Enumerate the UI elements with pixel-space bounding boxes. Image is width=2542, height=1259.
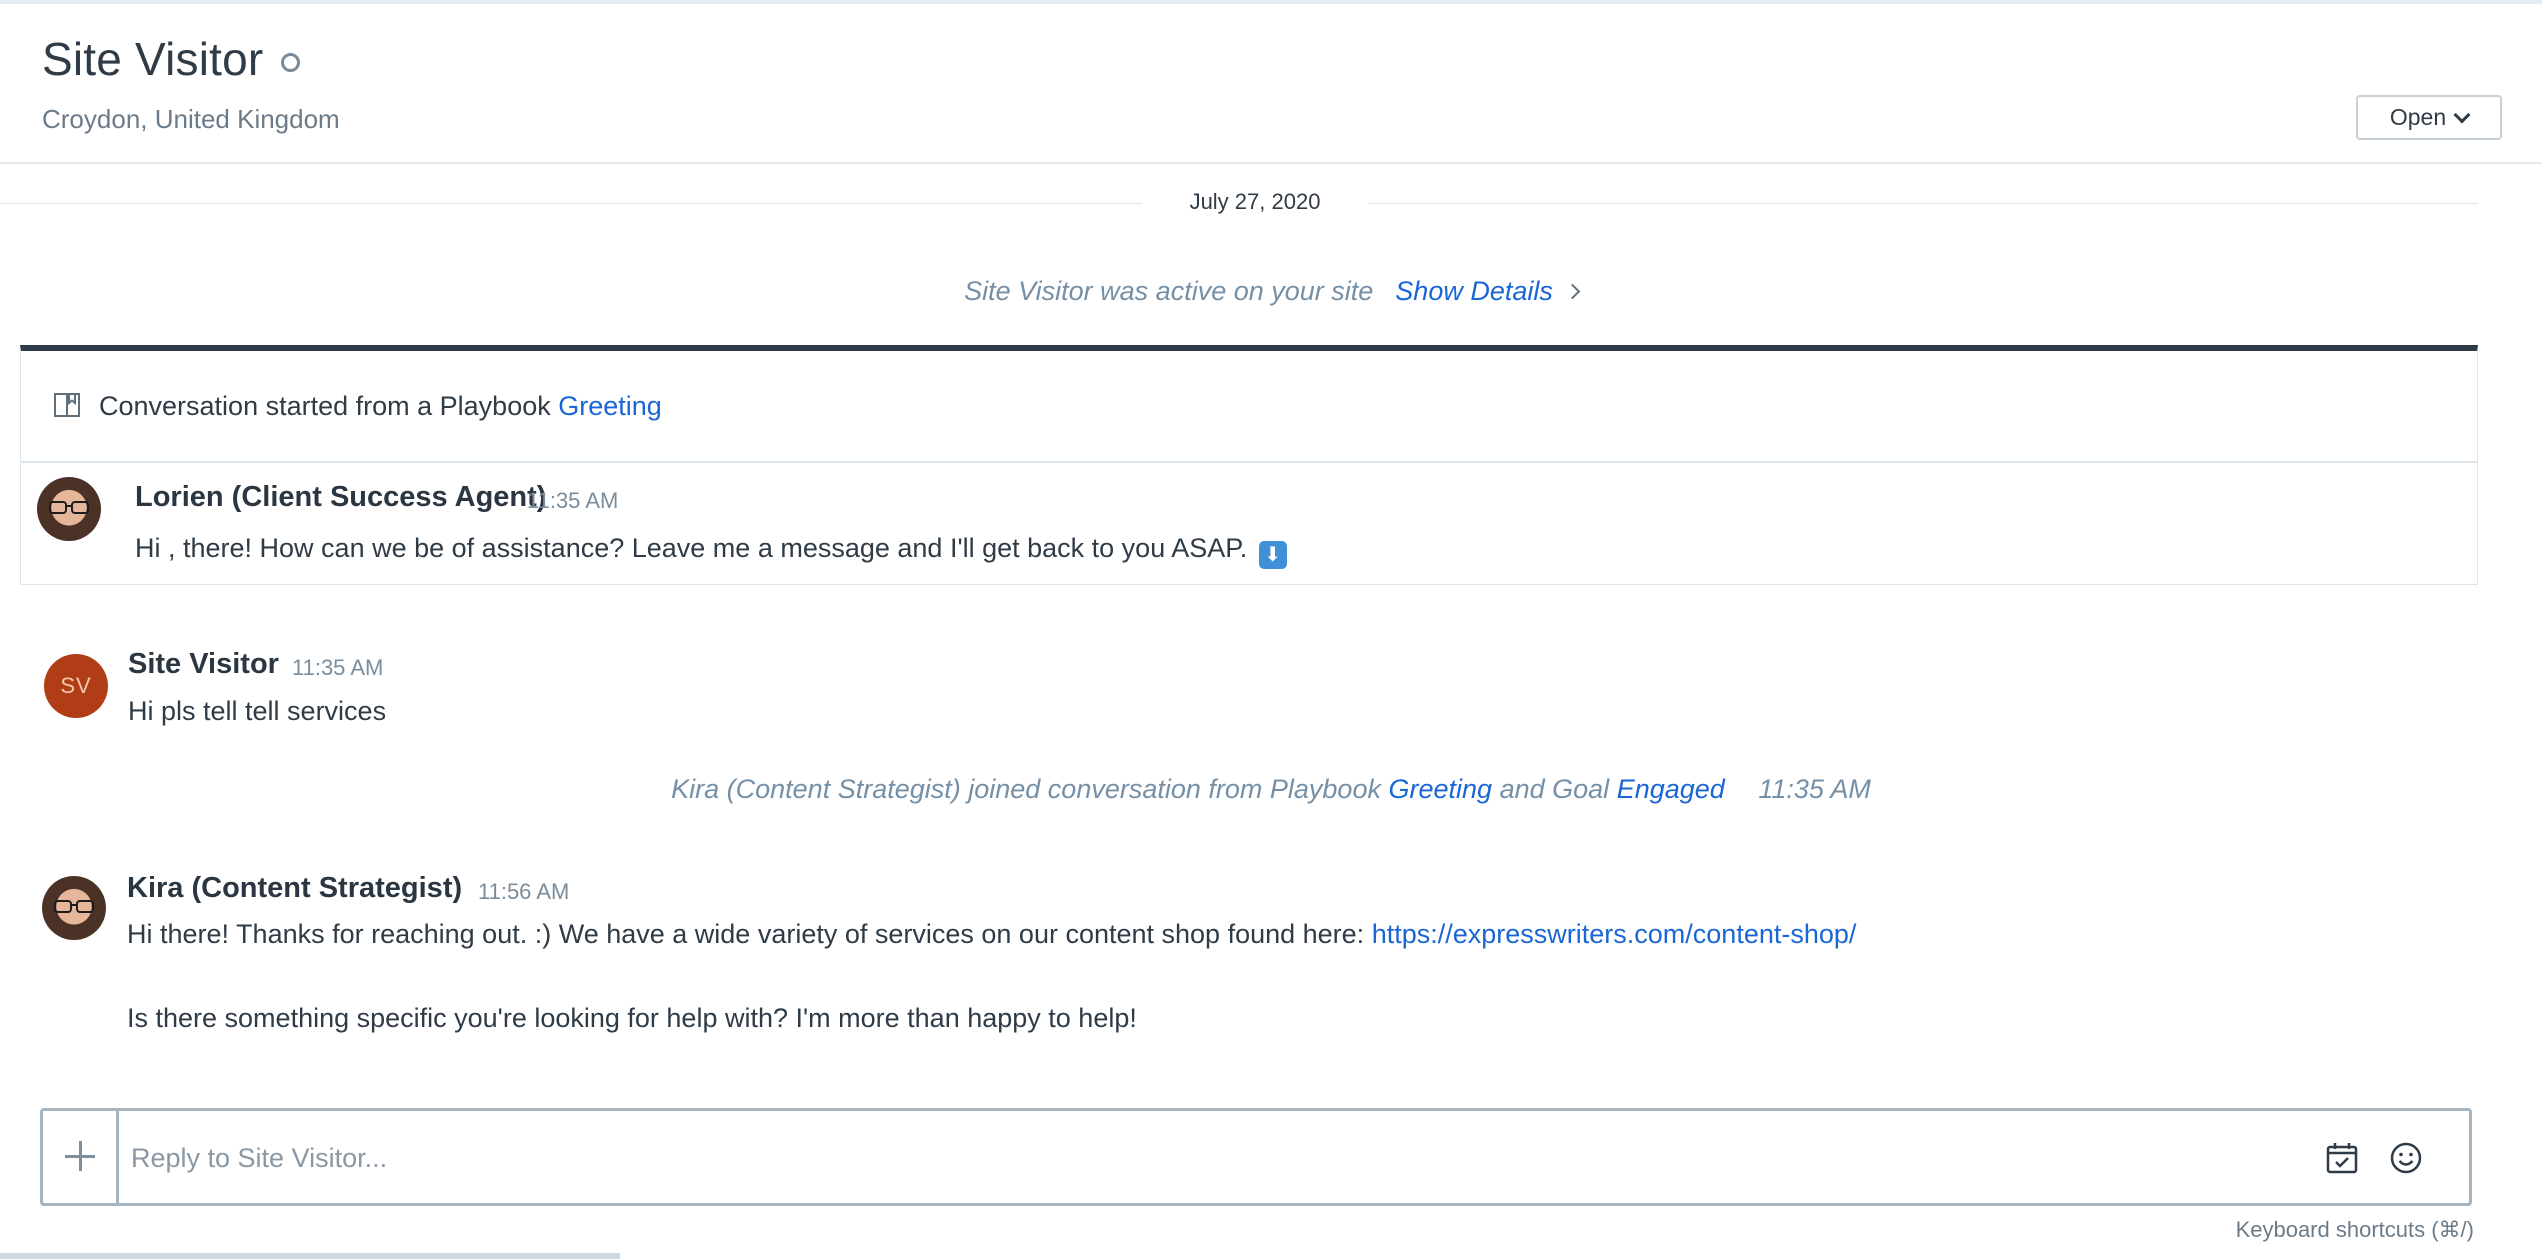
divider-line: [1368, 203, 2478, 204]
horizontal-scrollbar[interactable]: [0, 1253, 620, 1259]
activity-notice: Site Visitor was active on your site Show…: [0, 276, 2542, 307]
reply-composer: [40, 1108, 2472, 1206]
join-middle: and Goal: [1499, 774, 1610, 804]
agent-avatar: [42, 876, 106, 940]
page-title: Site Visitor: [42, 33, 264, 85]
message-time: 11:35 AM: [527, 488, 619, 513]
visitor-avatar: SV: [44, 654, 108, 718]
reply-input[interactable]: [129, 1129, 2313, 1187]
plus-icon: [79, 1141, 82, 1171]
status-dropdown-button[interactable]: Open: [2356, 95, 2502, 140]
message-body: Hi , there! How can we be of assistance?…: [135, 533, 1287, 569]
calendar-check-icon[interactable]: [2325, 1141, 2359, 1175]
message-time: 11:35 AM: [292, 655, 384, 680]
chevron-down-icon: [2453, 106, 2471, 123]
goal-engaged-link[interactable]: Engaged: [1617, 774, 1725, 804]
down-arrow-emoji-icon: ⬇: [1258, 541, 1287, 569]
conversation-header: Site Visitor Croydon, United Kingdom Ope…: [0, 4, 2542, 164]
message-body: Hi there! Thanks for reaching out. :) We…: [127, 919, 1856, 950]
date-label: July 27, 2020: [1189, 189, 1321, 214]
status-dropdown-label: Open: [2389, 104, 2447, 130]
join-prefix: Kira (Content Strategist) joined convers…: [671, 774, 1381, 804]
message-text: Hi there! Thanks for reaching out. :) We…: [127, 919, 1365, 949]
add-attachment-button[interactable]: [43, 1111, 119, 1203]
playbook-greeting-card: Conversation started from a Playbook Gre…: [20, 345, 2478, 585]
book-icon: [54, 393, 80, 417]
message-text: Hi , there! How can we be of assistance?…: [135, 533, 1248, 563]
show-details-link[interactable]: Show Details: [1395, 276, 1553, 306]
glasses-icon: [54, 900, 94, 913]
status-circle-icon: [281, 53, 300, 72]
message-time: 11:56 AM: [478, 879, 570, 904]
chevron-right-icon[interactable]: [1564, 283, 1581, 300]
join-playbook-link[interactable]: Greeting: [1389, 774, 1493, 804]
playbook-prefix: Conversation started from a Playbook: [99, 391, 551, 421]
content-shop-link[interactable]: https://expresswriters.com/content-shop/: [1372, 919, 1857, 949]
join-time: 11:35 AM: [1758, 774, 1871, 804]
join-notice: Kira (Content Strategist) joined convers…: [0, 774, 2542, 805]
keyboard-shortcuts-link[interactable]: Keyboard shortcuts (⌘/): [2236, 1217, 2474, 1243]
message-text: Hi pls tell tell services: [128, 696, 387, 726]
message-author: Lorien (Client Success Agent): [135, 481, 547, 513]
message-author: Site Visitor: [128, 648, 279, 680]
message-author: Kira (Content Strategist): [127, 872, 463, 904]
glasses-icon: [49, 501, 89, 514]
playbook-header: Conversation started from a Playbook Gre…: [21, 351, 2477, 463]
smiley-icon[interactable]: [2389, 1141, 2423, 1175]
playbook-greeting-link[interactable]: Greeting: [558, 391, 662, 421]
date-divider: July 27, 2020: [0, 188, 2542, 218]
activity-text: Site Visitor was active on your site: [964, 276, 1374, 306]
visitor-location: Croydon, United Kingdom: [42, 104, 340, 134]
message-text: Is there something specific you're looki…: [127, 1003, 1137, 1033]
divider-line: [0, 203, 1142, 204]
agent-avatar: [37, 477, 101, 541]
playbook-origin-text: Conversation started from a Playbook Gre…: [99, 391, 662, 422]
